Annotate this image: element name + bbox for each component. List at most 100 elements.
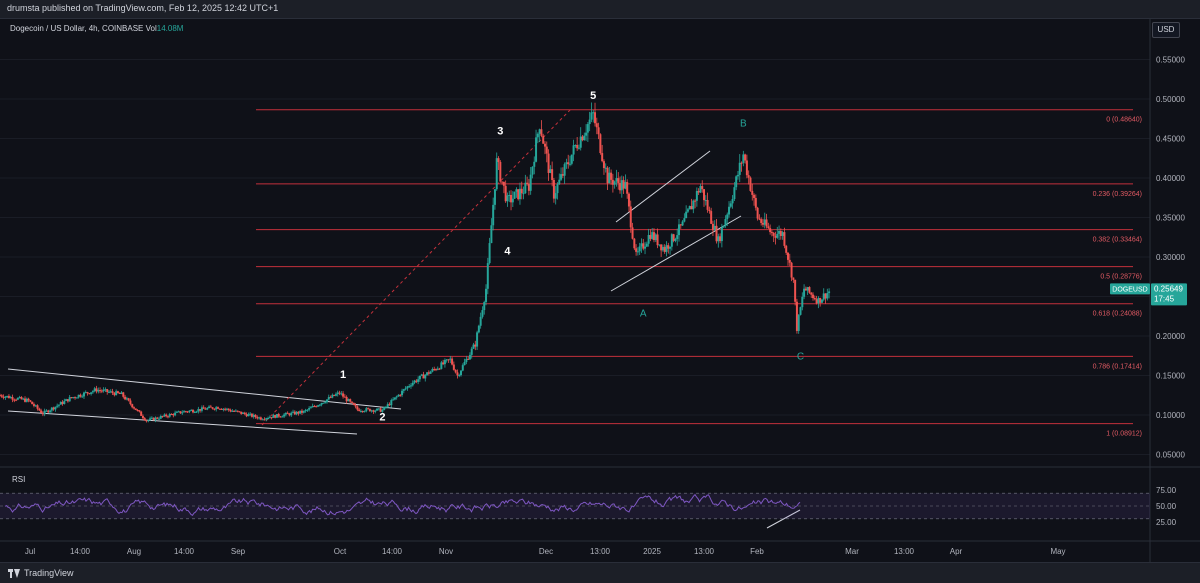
- candle: [254, 414, 257, 419]
- candle: [493, 189, 496, 210]
- time-tick-4: Sep: [231, 547, 246, 556]
- candle-body: [406, 386, 409, 389]
- candle: [409, 383, 412, 389]
- candle-body: [90, 392, 93, 394]
- candle-body: [318, 404, 321, 406]
- tradingview-logo[interactable]: TradingView: [8, 568, 74, 578]
- candle-body: [736, 174, 739, 177]
- candle: [29, 400, 32, 403]
- candle: [468, 352, 471, 360]
- candle: [619, 176, 622, 194]
- candle-body: [116, 391, 119, 393]
- candle: [249, 412, 252, 417]
- candle-body: [358, 409, 361, 412]
- candle-body: [602, 161, 605, 169]
- candle-body: [590, 112, 593, 120]
- candle-body: [624, 182, 627, 189]
- candle-body: [286, 412, 289, 414]
- candle: [134, 408, 137, 411]
- candle-body: [636, 251, 639, 253]
- currency-button[interactable]: USD: [1152, 22, 1180, 38]
- candle: [424, 374, 427, 382]
- price-chart[interactable]: 0 (0.48640) 0.236 (0.39264) 0.382 (0.33464…: [0, 0, 1200, 582]
- candle: [740, 161, 743, 172]
- candle: [692, 199, 695, 214]
- candle: [56, 403, 59, 409]
- candle: [483, 300, 486, 315]
- candle: [658, 244, 661, 247]
- candle-body: [633, 238, 636, 249]
- candle-body: [152, 417, 155, 421]
- time-tick-3: 14:00: [174, 547, 195, 556]
- candle: [124, 394, 127, 401]
- candle: [213, 408, 216, 411]
- candle: [111, 388, 114, 395]
- candle: [197, 406, 200, 414]
- candle-body: [342, 393, 345, 397]
- time-tick-14: 13:00: [894, 547, 915, 556]
- candle: [184, 410, 187, 413]
- candle-body: [27, 398, 30, 401]
- candle-body: [772, 232, 775, 236]
- candle: [781, 230, 784, 240]
- candle: [383, 406, 386, 411]
- candle-body: [599, 134, 602, 154]
- candle-body: [386, 404, 389, 407]
- candle: [681, 220, 684, 226]
- candle-body: [517, 189, 520, 200]
- symbol-name[interactable]: Dogecoin / US Dollar, 4h, COINBASE: [10, 24, 143, 33]
- price-tick-10: 0.05000: [1156, 451, 1185, 460]
- candle-body: [395, 396, 398, 398]
- candle: [792, 277, 795, 283]
- candle: [728, 201, 731, 218]
- candle-body: [6, 395, 9, 397]
- candle-body: [66, 399, 69, 402]
- candle: [65, 398, 68, 401]
- candle: [803, 284, 806, 300]
- candle: [45, 409, 48, 412]
- candle-body: [753, 194, 756, 198]
- rsi-tick-1: 50.00: [1156, 502, 1177, 511]
- candle-body: [669, 246, 672, 249]
- candle: [115, 389, 118, 396]
- price-tick-8: 0.15000: [1156, 372, 1185, 381]
- candle-body: [601, 153, 604, 162]
- candle: [320, 402, 323, 407]
- candle: [690, 198, 693, 210]
- fibonacci-levels: 0 (0.48640) 0.236 (0.39264) 0.382 (0.33464…: [256, 109, 1142, 438]
- candle-body: [34, 405, 37, 407]
- candle: [763, 212, 766, 229]
- candle-body: [427, 372, 430, 374]
- candle: [315, 405, 318, 408]
- candle: [18, 395, 21, 399]
- candle-body: [306, 409, 309, 411]
- candle: [826, 288, 829, 301]
- candle: [549, 165, 552, 174]
- candle: [77, 394, 80, 399]
- candle-body: [4, 396, 7, 398]
- candle: [104, 387, 107, 393]
- candle-body: [356, 406, 359, 410]
- candle: [163, 413, 166, 418]
- candle: [392, 397, 395, 401]
- candle: [16, 397, 19, 401]
- candle-body: [299, 410, 302, 414]
- candle-body: [252, 414, 255, 417]
- wave-label-5: 5: [590, 90, 596, 102]
- time-tick-0: Jul: [25, 547, 35, 556]
- candle: [290, 411, 293, 417]
- candle: [431, 367, 434, 373]
- candle-body: [531, 166, 534, 175]
- candle: [25, 397, 28, 403]
- candle-body: [638, 246, 641, 252]
- candle-body: [322, 402, 325, 404]
- candle-body: [104, 389, 107, 391]
- candle-body: [118, 392, 121, 394]
- candle: [770, 230, 773, 237]
- candle: [672, 233, 675, 243]
- candle-body: [493, 189, 496, 205]
- candle-body: [404, 388, 407, 390]
- candle: [36, 404, 39, 411]
- candle-body: [275, 414, 278, 418]
- candle: [186, 410, 189, 414]
